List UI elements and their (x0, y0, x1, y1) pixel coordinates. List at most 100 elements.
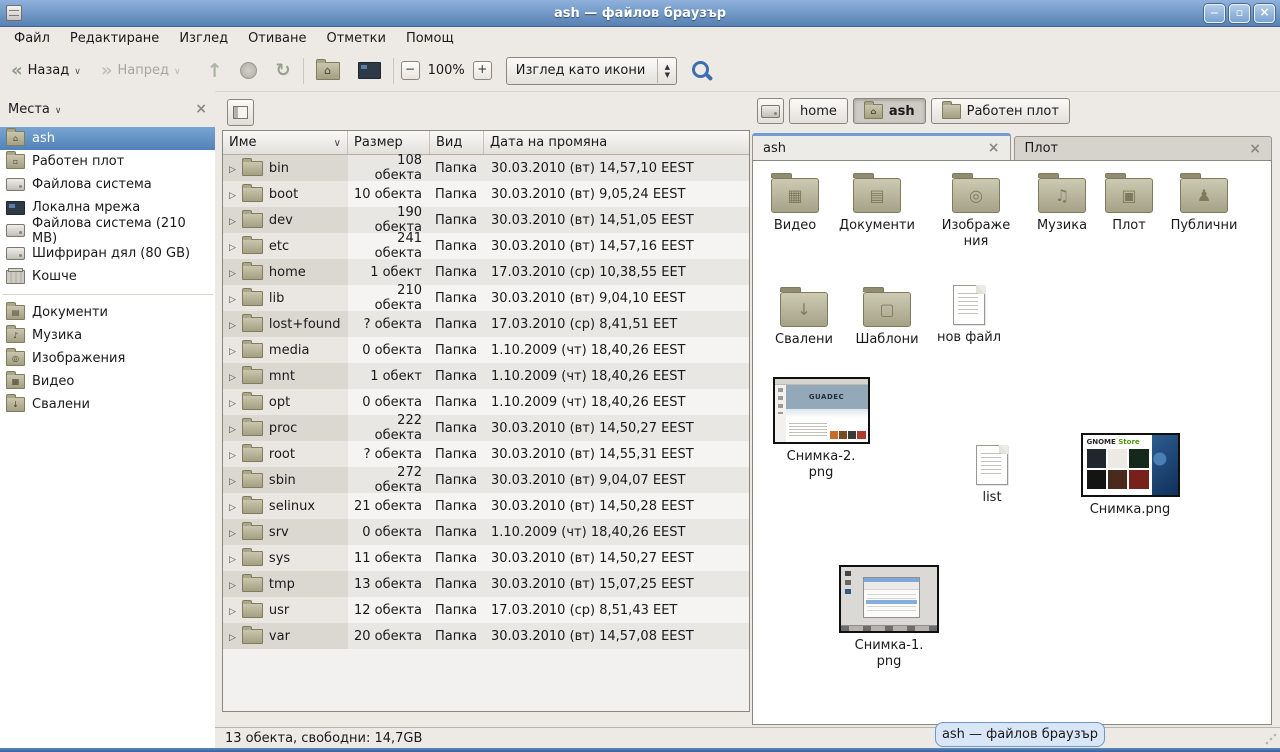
sidebar-item[interactable]: Файлова система (0, 173, 215, 196)
reload-button[interactable] (270, 56, 295, 85)
file-icon-item[interactable]: нов файл (931, 285, 1007, 346)
sidebar-item[interactable]: Кошче (0, 265, 215, 288)
sidebar-close-icon[interactable] (195, 101, 207, 117)
back-dropdown-icon[interactable] (74, 63, 81, 78)
sidebar-item[interactable]: ♪Музика (0, 324, 215, 347)
resize-grip[interactable] (1265, 733, 1277, 745)
expander-icon[interactable] (229, 421, 236, 436)
path-bar-button[interactable]: Работен плот (931, 98, 1070, 124)
sidebar-item[interactable]: ↓Свалени (0, 393, 215, 416)
menu-item[interactable]: Помощ (396, 28, 464, 49)
menu-item[interactable]: Отиване (238, 28, 316, 49)
computer-button[interactable] (353, 58, 386, 83)
titlebar[interactable]: ash — файлов браузър (0, 0, 1280, 27)
table-row[interactable]: proc222 обектаПапка30.03.2010 (вт) 14,50… (223, 415, 749, 441)
table-row[interactable]: tmp13 обектаПапка30.03.2010 (вт) 15,07,2… (223, 571, 749, 597)
expander-icon[interactable] (229, 551, 236, 566)
menu-item[interactable]: Файл (4, 28, 60, 49)
table-row[interactable]: media0 обектаПапка1.10.2009 (чт) 18,40,2… (223, 337, 749, 363)
search-button[interactable] (689, 58, 715, 84)
table-row[interactable]: dev190 обектаПапка30.03.2010 (вт) 14,51,… (223, 207, 749, 233)
table-row[interactable]: bin108 обектаПапка30.03.2010 (вт) 14,57,… (223, 155, 749, 181)
table-row[interactable]: mnt1 обектПапка1.10.2009 (чт) 18,40,26 E… (223, 363, 749, 389)
path-bar-button[interactable] (757, 98, 784, 124)
forward-dropdown-icon[interactable] (174, 63, 181, 78)
tab-ash[interactable]: ash (752, 133, 1011, 161)
expander-icon[interactable] (229, 395, 236, 410)
expander-icon[interactable] (229, 577, 236, 592)
tab-Плот[interactable]: Плот (1014, 136, 1273, 161)
stop-button[interactable] (235, 58, 262, 83)
sidebar-title[interactable]: Места (8, 102, 50, 117)
table-row[interactable]: lib210 обектаПапка30.03.2010 (вт) 9,04,1… (223, 285, 749, 311)
file-icon-item[interactable]: ♫Музика (1025, 171, 1099, 234)
expander-icon[interactable] (229, 525, 236, 540)
up-button[interactable] (202, 56, 228, 86)
expander-icon[interactable] (229, 447, 236, 462)
back-button[interactable]: Назад (6, 56, 86, 85)
tab-close-icon[interactable] (1249, 141, 1261, 157)
expander-icon[interactable] (229, 473, 236, 488)
table-row[interactable]: home1 обектПапка17.03.2010 (ср) 10,38,55… (223, 259, 749, 285)
taskbar-window-button[interactable]: ash — файлов браузър (935, 722, 1105, 747)
column-header-name[interactable]: Име (223, 131, 348, 154)
file-icon-item[interactable]: Снимка-1.png (829, 565, 949, 670)
spinner-arrows-icon[interactable] (657, 59, 676, 83)
file-icon-item[interactable]: ▤Документи (831, 171, 923, 234)
column-header-date[interactable]: Дата на промяна (484, 131, 749, 154)
file-icon-item[interactable]: ↓Свалени (767, 285, 841, 348)
expander-icon[interactable] (229, 369, 236, 384)
zoom-in-button[interactable]: + (473, 61, 492, 80)
forward-button[interactable]: Напред (96, 56, 186, 85)
file-icon-item[interactable]: ▣Плот (1099, 171, 1159, 234)
table-row[interactable]: opt0 обектаПапка1.10.2009 (чт) 18,40,26 … (223, 389, 749, 415)
expander-icon[interactable] (229, 317, 236, 332)
expander-icon[interactable] (229, 265, 236, 280)
table-row[interactable]: boot10 обектаПапка30.03.2010 (вт) 9,05,2… (223, 181, 749, 207)
icon-view[interactable]: ▦Видео▤Документи◎Изображения♫Музика▣Плот… (752, 160, 1272, 725)
table-row[interactable]: usr12 обектаПапка17.03.2010 (ср) 8,51,43… (223, 597, 749, 623)
expander-icon[interactable] (229, 239, 236, 254)
zoom-out-button[interactable]: − (401, 61, 420, 80)
expander-icon[interactable] (229, 499, 236, 514)
file-icon-item[interactable]: ▦Видео (762, 171, 828, 234)
chevron-down-icon[interactable] (50, 102, 62, 117)
table-row[interactable]: root? обектаПапка30.03.2010 (вт) 14,55,3… (223, 441, 749, 467)
column-header-size[interactable]: Размер (348, 131, 430, 154)
view-mode-select[interactable]: Изглед като икони (506, 57, 678, 85)
menu-item[interactable]: Изглед (169, 28, 238, 49)
expander-icon[interactable] (229, 603, 236, 618)
column-header-type[interactable]: Вид (430, 131, 484, 154)
file-icon-item[interactable]: list (953, 445, 1031, 506)
minimize-button[interactable] (1204, 4, 1225, 23)
expander-icon[interactable] (229, 629, 236, 644)
sidebar-item[interactable]: ▤Документи (0, 301, 215, 324)
file-icon-item[interactable]: ◎Изображения (929, 171, 1023, 250)
sidebar-item[interactable]: Файлова система (210 MB) (0, 219, 215, 242)
table-row[interactable]: sbin272 обектаПапка30.03.2010 (вт) 9,04,… (223, 467, 749, 493)
tab-close-icon[interactable] (988, 140, 1000, 156)
sidebar-item[interactable]: ◎Изображения (0, 347, 215, 370)
toggle-location-bar-button[interactable] (227, 99, 254, 126)
expander-icon[interactable] (229, 187, 236, 202)
menu-item[interactable]: Отметки (316, 28, 395, 49)
home-button[interactable]: ⌂ (311, 58, 345, 84)
expander-icon[interactable] (229, 213, 236, 228)
file-icon-item[interactable]: ♟Публични (1161, 171, 1247, 234)
table-row[interactable]: selinux21 обектаПапка30.03.2010 (вт) 14,… (223, 493, 749, 519)
close-button[interactable] (1254, 4, 1275, 23)
sidebar-item[interactable]: ▦Видео (0, 370, 215, 393)
file-icon-item[interactable]: GNOME StoreСнимка.png (1069, 433, 1191, 518)
expander-icon[interactable] (229, 161, 236, 176)
table-row[interactable]: etc241 обектаПапка30.03.2010 (вт) 14,57,… (223, 233, 749, 259)
file-icon-item[interactable]: ▢Шаблони (849, 285, 925, 348)
sidebar-item[interactable]: ⌂ash (0, 127, 215, 150)
table-row[interactable]: srv0 обектаПапка1.10.2009 (чт) 18,40,26 … (223, 519, 749, 545)
table-row[interactable]: lost+found? обектаПапка17.03.2010 (ср) 8… (223, 311, 749, 337)
path-bar-button[interactable]: home (789, 98, 848, 124)
table-row[interactable]: sys11 обектаПапка30.03.2010 (вт) 14,50,2… (223, 545, 749, 571)
menu-item[interactable]: Редактиране (60, 28, 169, 49)
expander-icon[interactable] (229, 343, 236, 358)
file-icon-item[interactable]: GUADECСнимка-2.png (765, 377, 877, 481)
maximize-button[interactable] (1229, 4, 1250, 23)
